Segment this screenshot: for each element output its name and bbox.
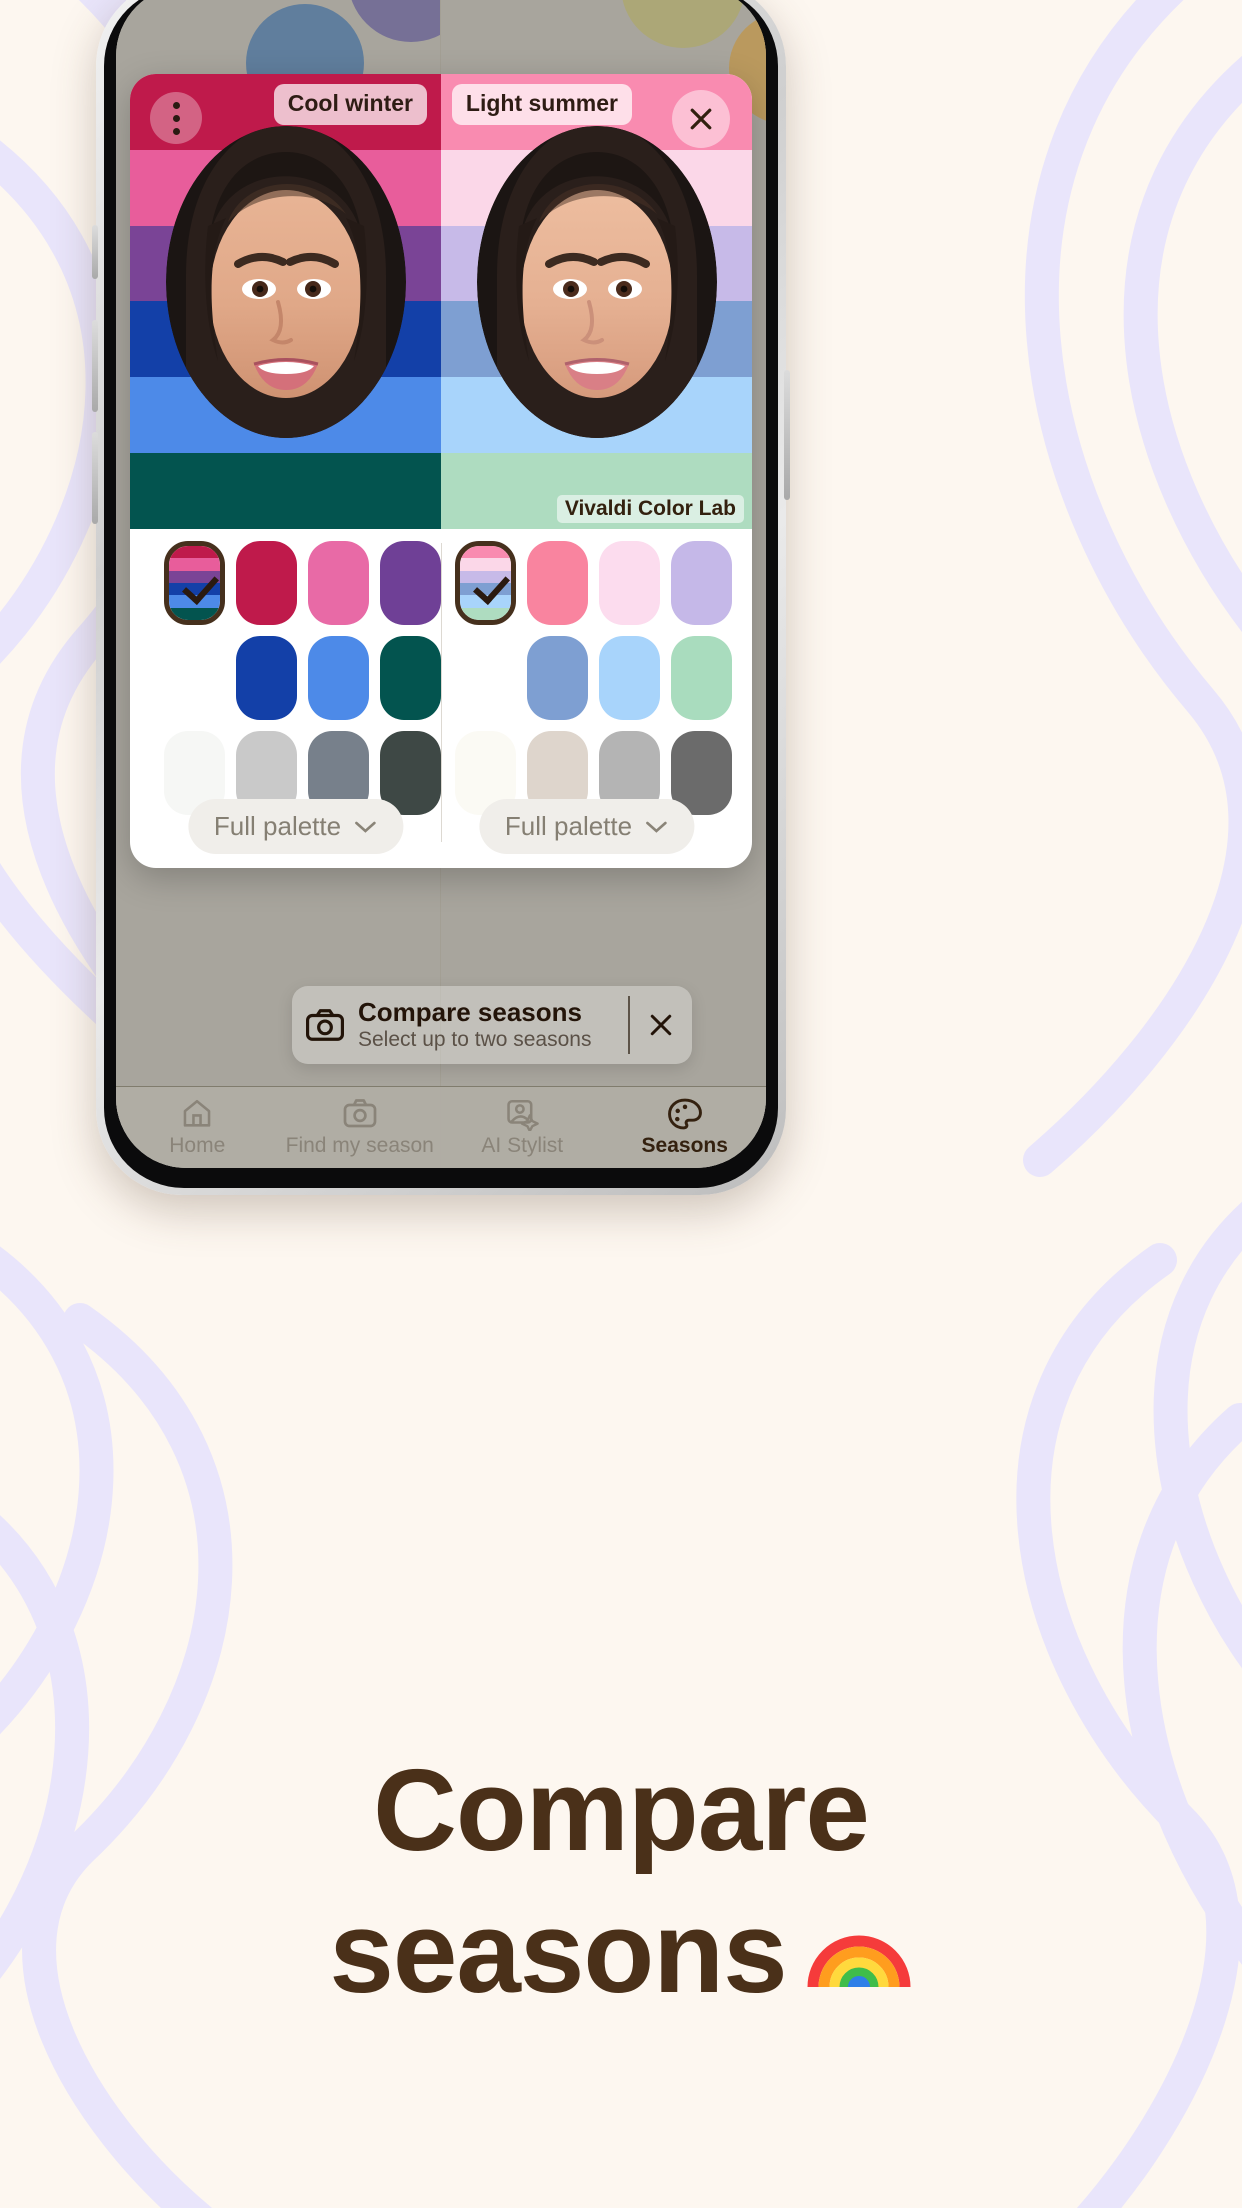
palette-swatches-section: Full palette Full palette bbox=[130, 529, 752, 868]
headline-line-2-row: seasons bbox=[0, 1882, 1242, 2024]
nav-label: Find my season bbox=[285, 1134, 434, 1157]
color-swatch[interactable] bbox=[599, 541, 660, 625]
swatch-selected-all[interactable] bbox=[455, 541, 516, 625]
color-swatch[interactable] bbox=[527, 541, 588, 625]
nav-item-find-my-season[interactable]: Find my season bbox=[279, 1087, 442, 1168]
compare-pane-left: Cool winter bbox=[130, 74, 441, 529]
compare-bar-title: Compare seasons bbox=[358, 996, 582, 1027]
more-options-button[interactable] bbox=[150, 92, 202, 144]
chevron-down-icon bbox=[354, 821, 376, 833]
color-swatch[interactable] bbox=[308, 541, 369, 625]
pane-label-right: Light summer bbox=[451, 84, 632, 125]
more-vertical-icon bbox=[172, 127, 180, 135]
swatch-spacer bbox=[455, 636, 516, 720]
close-icon bbox=[650, 1014, 672, 1036]
palette-column-light-summer: Full palette bbox=[441, 541, 732, 868]
phone-volume-down-button bbox=[92, 432, 98, 524]
full-palette-button-right[interactable]: Full palette bbox=[478, 799, 695, 854]
headline-line-1: Compare bbox=[373, 1745, 870, 1875]
full-palette-button-left[interactable]: Full palette bbox=[187, 799, 404, 854]
compare-bar-text: Compare seasons Select up to two seasons bbox=[358, 998, 628, 1053]
swatch-row bbox=[164, 636, 441, 720]
close-compare-button[interactable] bbox=[672, 90, 730, 148]
color-swatch[interactable] bbox=[236, 541, 297, 625]
close-icon bbox=[690, 108, 712, 130]
watermark-label: Vivaldi Color Lab bbox=[556, 495, 744, 523]
promo-headline: Compare seasons bbox=[0, 1740, 1242, 2023]
compare-pane-right: Light summer Vivaldi Color Lab bbox=[441, 74, 752, 529]
nav-item-ai-stylist[interactable]: AI Stylist bbox=[441, 1087, 604, 1168]
nav-label: Seasons bbox=[641, 1134, 728, 1157]
nav-item-home[interactable]: Home bbox=[116, 1087, 279, 1168]
camera-icon bbox=[343, 1099, 377, 1128]
bottom-navigation: Home Find my season AI Stylist Seasons bbox=[116, 1086, 766, 1168]
phone-screen: Deep Light bbox=[116, 0, 766, 1168]
palette-column-cool-winter: Full palette bbox=[150, 541, 441, 868]
swatch-row bbox=[455, 541, 732, 625]
swatch-selected-all[interactable] bbox=[164, 541, 225, 625]
portrait-right bbox=[476, 126, 717, 438]
color-swatch[interactable] bbox=[236, 636, 297, 720]
swatch-spacer bbox=[164, 636, 225, 720]
phone-volume-up-button bbox=[92, 320, 98, 412]
compare-seasons-bar[interactable]: Compare seasons Select up to two seasons bbox=[292, 986, 692, 1064]
chevron-down-icon bbox=[645, 821, 667, 833]
color-swatch[interactable] bbox=[671, 541, 732, 625]
more-vertical-icon bbox=[172, 114, 180, 122]
color-swatch[interactable] bbox=[380, 541, 441, 625]
full-palette-label: Full palette bbox=[213, 811, 342, 841]
nav-label: AI Stylist bbox=[481, 1134, 564, 1157]
camera-icon bbox=[292, 1009, 358, 1041]
phone-mute-switch bbox=[92, 225, 98, 279]
phone-power-button bbox=[784, 370, 790, 500]
rainbow-emoji bbox=[807, 1935, 911, 1989]
palette-icon bbox=[667, 1098, 702, 1130]
color-swatch[interactable] bbox=[599, 636, 660, 720]
compare-modal: Cool winter Light summer Vivaldi Color L… bbox=[130, 74, 752, 868]
dismiss-compare-bar-button[interactable] bbox=[630, 1010, 692, 1040]
compare-bar-subtitle: Select up to two seasons bbox=[358, 1028, 592, 1052]
color-swatch[interactable] bbox=[527, 636, 588, 720]
more-vertical-icon bbox=[172, 101, 180, 109]
full-palette-label: Full palette bbox=[504, 811, 633, 841]
portrait-left bbox=[165, 126, 406, 438]
swatch-row bbox=[164, 541, 441, 625]
headline-line-2: seasons bbox=[329, 1886, 787, 2017]
swatch-row bbox=[455, 636, 732, 720]
home-icon bbox=[183, 1099, 211, 1127]
color-swatch[interactable] bbox=[308, 636, 369, 720]
pane-label-left: Cool winter bbox=[273, 84, 427, 125]
nav-label: Home bbox=[169, 1134, 226, 1157]
compare-photos-section: Cool winter Light summer Vivaldi Color L… bbox=[130, 74, 752, 529]
ai-photo-icon bbox=[507, 1099, 540, 1131]
nav-item-seasons[interactable]: Seasons bbox=[604, 1087, 767, 1168]
color-swatch[interactable] bbox=[671, 636, 732, 720]
color-swatch[interactable] bbox=[380, 636, 441, 720]
